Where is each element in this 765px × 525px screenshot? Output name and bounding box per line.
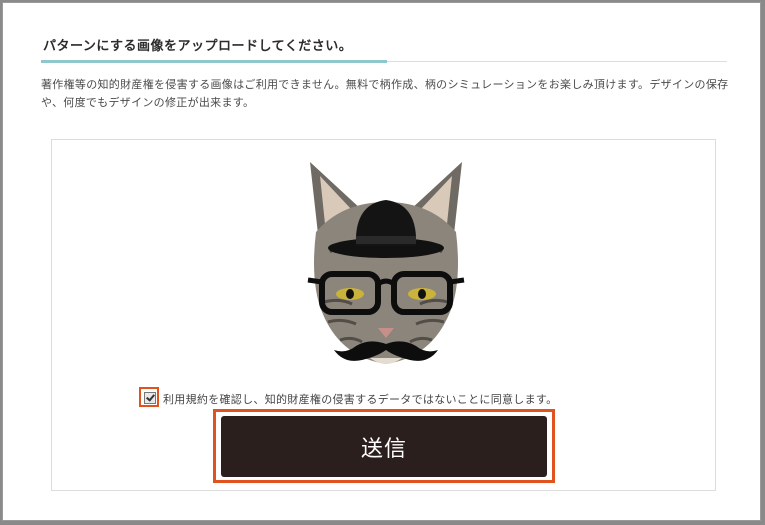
agreement-checkbox[interactable] <box>144 392 156 404</box>
submit-button[interactable]: 送信 <box>221 416 547 477</box>
copyright-notice: 著作権等の知的財産権を侵害する画像はご利用できません。無料で柄作成、柄のシミュレ… <box>41 78 729 109</box>
upload-area[interactable]: 利用規約を確認し、知的財産権の侵害するデータではないことに同意します。 送信 <box>51 139 716 491</box>
agreement-row[interactable]: 利用規約を確認し、知的財産権の侵害するデータではないことに同意します。 <box>139 387 682 407</box>
upload-panel: パターンにする画像をアップロードしてください。 著作権等の知的財産権を侵害する画… <box>2 2 761 521</box>
agreement-label: 利用規約を確認し、知的財産権の侵害するデータではないことに同意します。 <box>163 393 558 406</box>
section-heading: パターンにする画像をアップロードしてください。 <box>41 31 727 63</box>
uploaded-image-preview <box>307 162 465 364</box>
heading-underline <box>41 60 387 63</box>
page-title: パターンにする画像をアップロードしてください。 <box>43 39 353 54</box>
